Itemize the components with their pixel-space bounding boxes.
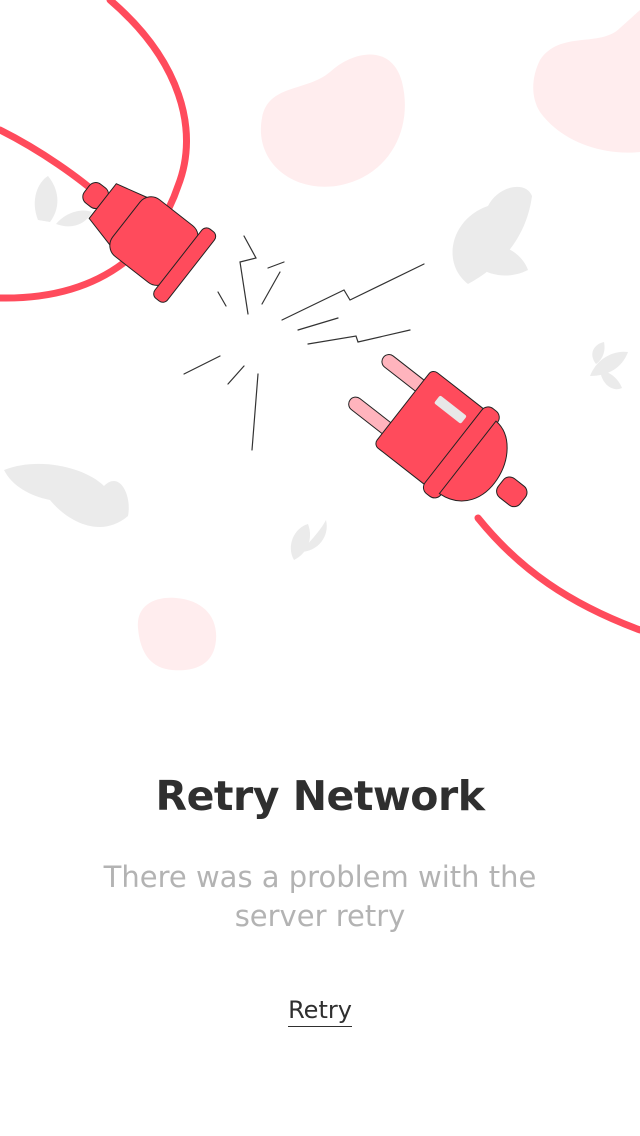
blob-shape [533,10,640,153]
retry-button[interactable]: Retry [270,996,370,1027]
blob-shape [260,54,405,187]
cable-bottom [474,514,640,634]
error-message: There was a problem with the server retr… [103,860,537,933]
leaf-icon [452,186,532,284]
retry-label[interactable]: Retry [288,996,352,1027]
leaf-icon [4,463,129,527]
blob-shape [137,597,217,671]
plug-icon [348,354,528,508]
spark-icon [183,235,425,451]
error-screen: Retry Network There was a problem with t… [0,0,640,1136]
page-title: Retry Network [155,772,485,820]
leaf-icon [590,342,628,390]
leaf-icon [290,520,327,560]
unplugged-cable-illustration [0,0,640,671]
